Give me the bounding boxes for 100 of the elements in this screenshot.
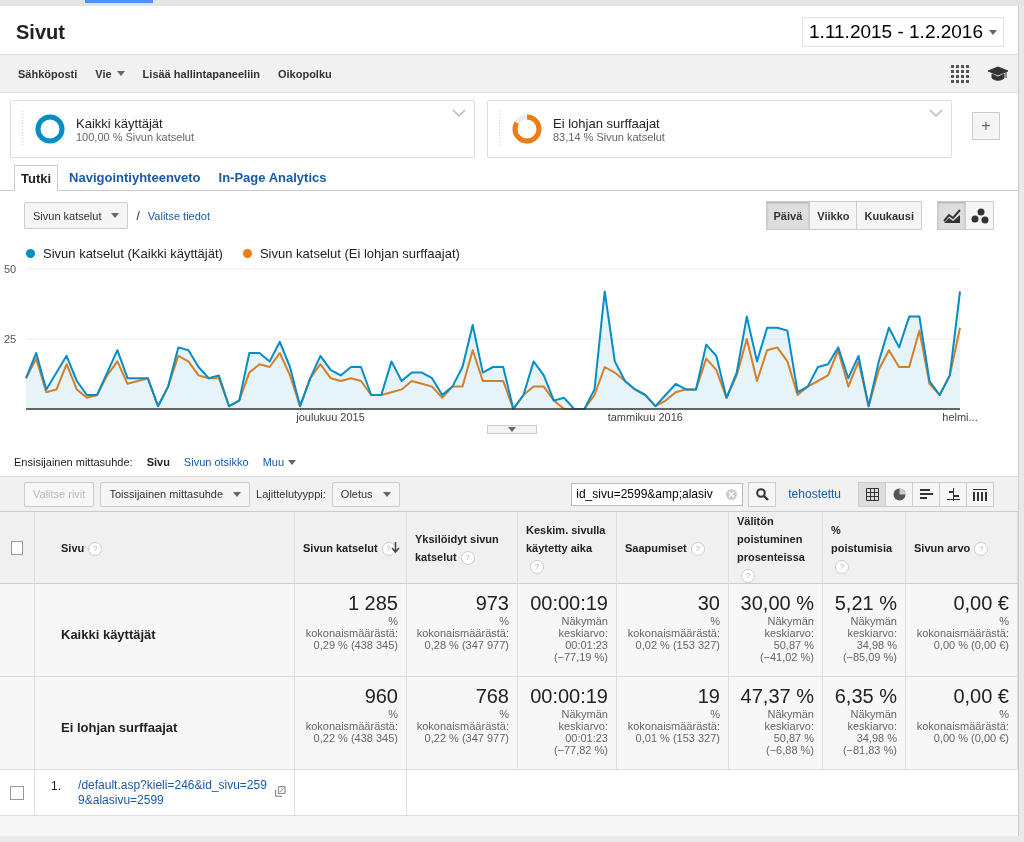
page-title: Sivut bbox=[16, 20, 65, 44]
segment-detail: 83,14 % Sivun katselut bbox=[553, 130, 665, 143]
view-button[interactable] bbox=[885, 481, 913, 507]
secondary-dimension-dropdown[interactable]: Toissijainen mittasuhde bbox=[100, 481, 251, 507]
sort-arrow-icon[interactable] bbox=[391, 542, 400, 553]
tab[interactable]: Tutki bbox=[14, 165, 59, 191]
metric-comparison: % kokonaismäärästä: 0,29 % (438 345) bbox=[304, 615, 398, 651]
sort-type-dropdown[interactable]: Oletus bbox=[331, 481, 400, 507]
more-dimensions-dropdown[interactable]: Muu bbox=[262, 456, 297, 468]
column-header[interactable]: Saapumiset ? bbox=[625, 538, 705, 557]
legend-label: Sivun katselut (Ei lohjan surffaajat) bbox=[259, 246, 460, 261]
metric-value: 960 bbox=[363, 685, 398, 708]
expand-chart-handle[interactable] bbox=[487, 425, 537, 434]
metric-comparison: % kokonaismäärästä: 0,00 % (0,00 €) bbox=[915, 615, 1009, 651]
drag-handle-icon bbox=[21, 111, 24, 147]
sort-type-label: Lajittelutyyppi: bbox=[256, 488, 326, 500]
drag-handle-icon bbox=[498, 111, 501, 147]
period-button[interactable]: Päivä bbox=[765, 201, 811, 230]
bubbles-icon bbox=[970, 207, 989, 224]
metric-value: 00:00:19 bbox=[529, 592, 608, 615]
metric-comparison: % kokonaismäärästä: 0,22 % (438 345) bbox=[304, 708, 398, 744]
metric-comparison: Näkymän keskiarvo: 34,98 % (−85,09 %) bbox=[841, 615, 897, 663]
date-range-picker[interactable]: 1.11.2015 - 1.2.2016 bbox=[802, 17, 1004, 47]
metric-value: 00:00:19 bbox=[529, 685, 608, 708]
donut-chart-icon bbox=[511, 113, 543, 145]
dimension-option[interactable]: Sivun otsikko bbox=[183, 456, 249, 468]
chart-type-button[interactable] bbox=[965, 201, 994, 230]
search-icon bbox=[755, 487, 769, 501]
segment-card[interactable]: Kaikki käyttäjät 100,00 % Sivun katselut bbox=[10, 100, 475, 158]
axis-label: joulukuu 2015 bbox=[296, 411, 365, 423]
view-button[interactable] bbox=[939, 481, 967, 507]
advanced-filter-link[interactable]: tehostettu bbox=[788, 487, 841, 501]
metric-comparison: Näkymän keskiarvo: 50,87 % (−6,88 %) bbox=[763, 708, 814, 756]
tab[interactable]: In-Page Analytics bbox=[211, 164, 334, 190]
segment-name: Ei lohjan surffaajat bbox=[553, 115, 661, 131]
dimension-option[interactable]: Sivu bbox=[146, 456, 170, 468]
metric-comparison: % kokonaismäärästä: 0,02 % (153 327) bbox=[626, 615, 720, 651]
view-button[interactable] bbox=[912, 481, 940, 507]
caret-icon bbox=[382, 491, 391, 497]
metric-value: 0,00 € bbox=[952, 592, 1009, 615]
column-header[interactable]: Sivun arvo ? bbox=[914, 538, 989, 557]
metric-value: 19 bbox=[696, 685, 720, 708]
metric-value: 0,00 € bbox=[952, 685, 1009, 708]
search-button[interactable] bbox=[748, 481, 777, 507]
select-metric-link[interactable]: Valitse tiedot bbox=[147, 209, 210, 222]
external-link-icon[interactable] bbox=[275, 786, 286, 797]
caret-icon bbox=[233, 491, 242, 497]
metric-value: 973 bbox=[474, 592, 509, 615]
metric-comparison: % kokonaismäärästä: 0,00 % (0,00 €) bbox=[915, 708, 1009, 744]
metric-comparison: Näkymän keskiarvo: 00:01:23 (−77,82 %) bbox=[552, 708, 608, 756]
metric-value: 6,35 % bbox=[833, 685, 897, 708]
table-icon bbox=[865, 487, 879, 501]
add-segment-button[interactable]: + bbox=[972, 112, 1000, 140]
metric-comparison: % kokonaismäärästä: 0,01 % (153 327) bbox=[626, 708, 720, 744]
search-field[interactable]: id_sivu=2599&amp;alasiv bbox=[571, 482, 744, 506]
metric-value: 30,00 % bbox=[739, 592, 814, 615]
separator: / bbox=[136, 208, 140, 223]
caret-icon bbox=[508, 427, 516, 432]
row-number: 1. bbox=[51, 778, 62, 793]
metric-comparison: Näkymän keskiarvo: 00:01:23 (−77,19 %) bbox=[552, 615, 608, 663]
metric-value: 5,21 % bbox=[833, 592, 897, 615]
metric-dropdown[interactable]: Sivun katselut bbox=[24, 202, 129, 229]
period-button[interactable]: Kuukausi bbox=[856, 201, 922, 230]
segment-detail: 100,00 % Sivun katselut bbox=[76, 130, 195, 143]
line-chart-icon bbox=[942, 208, 961, 223]
axis-label: 50 bbox=[4, 263, 17, 275]
view-button[interactable] bbox=[966, 481, 994, 507]
view-button[interactable] bbox=[858, 481, 886, 507]
toolbar-button[interactable]: Sähköposti bbox=[18, 67, 78, 80]
chart-type-button[interactable] bbox=[937, 201, 966, 230]
page-link[interactable]: /default.asp?kieli=246&id_sivu=2599&alasivu=2599 bbox=[78, 778, 270, 808]
axis-label: helmi... bbox=[942, 411, 978, 423]
segment-label: Kaikki käyttäjät bbox=[61, 626, 156, 642]
metric-value: 1 285 bbox=[346, 592, 398, 615]
axis-label: tammikuu 2016 bbox=[607, 411, 683, 423]
checkbox[interactable] bbox=[11, 540, 23, 555]
pie-icon bbox=[892, 487, 906, 501]
donut-chart-icon bbox=[34, 113, 66, 145]
axis-label: 25 bbox=[4, 333, 17, 345]
graduation-cap-icon[interactable] bbox=[988, 65, 1008, 82]
tab[interactable]: Navigointiyhteenveto bbox=[62, 164, 208, 190]
apps-grid-icon[interactable] bbox=[950, 63, 970, 84]
toolbar-button[interactable]: Vie bbox=[95, 67, 125, 80]
segment-card[interactable]: Ei lohjan surffaajat 83,14 % Sivun katselut bbox=[487, 100, 952, 158]
caret-icon bbox=[111, 213, 120, 218]
dimension-label: Ensisijainen mittasuhde: bbox=[14, 456, 133, 468]
legend-label: Sivun katselut (Kaikki käyttäjät) bbox=[43, 246, 223, 261]
segment-name: Kaikki käyttäjät bbox=[76, 115, 164, 131]
metric-value: 768 bbox=[474, 685, 509, 708]
caret-icon bbox=[288, 459, 297, 465]
metric-comparison: Näkymän keskiarvo: 34,98 % (−81,83 %) bbox=[841, 708, 897, 756]
metric-comparison: % kokonaismäärästä: 0,22 % (347 977) bbox=[415, 708, 509, 744]
period-button[interactable]: Viikko bbox=[809, 201, 858, 230]
segment-label: Ei lohjan surffaajat bbox=[61, 719, 178, 735]
toolbar-button[interactable]: Oikopolku bbox=[278, 67, 332, 80]
caret-icon bbox=[989, 29, 997, 35]
metric-value: 30 bbox=[696, 592, 720, 615]
column-header[interactable]: Sivu ? bbox=[61, 538, 103, 557]
toolbar-button[interactable]: Lisää hallintapaneeliin bbox=[142, 67, 260, 80]
checkbox[interactable] bbox=[10, 785, 24, 800]
